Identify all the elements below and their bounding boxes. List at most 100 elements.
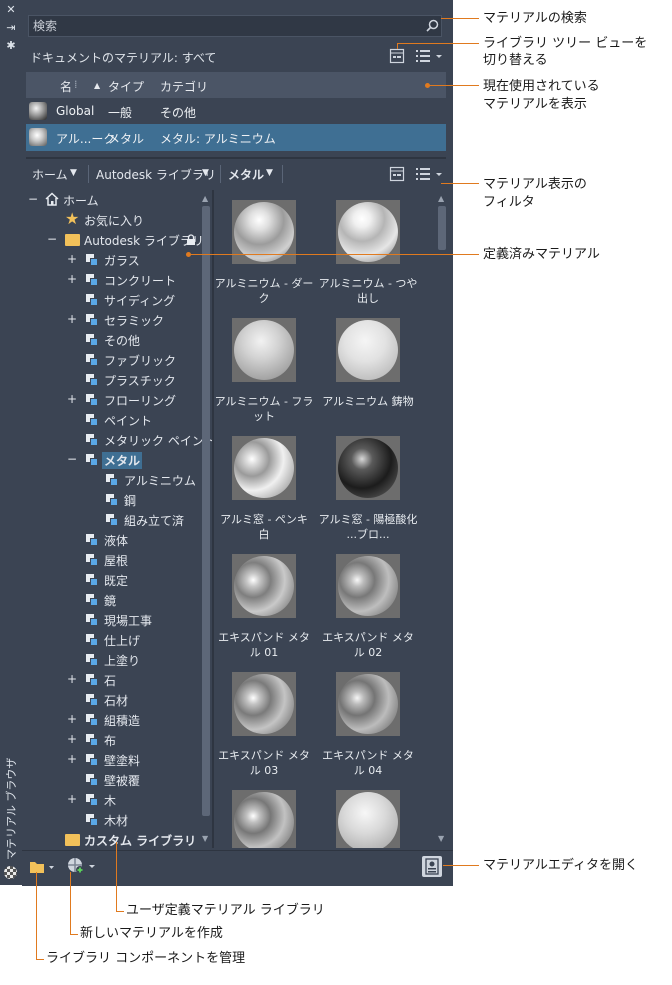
library-category-icon	[86, 454, 98, 466]
tree-label: 布	[104, 734, 117, 748]
library-category-icon	[86, 634, 98, 646]
material-swatch	[232, 318, 296, 382]
search-box	[28, 15, 442, 37]
display-filter-icon[interactable]	[416, 167, 444, 181]
library-category-icon	[86, 254, 98, 266]
library-category-icon	[86, 414, 98, 426]
tree-label: メタル	[102, 452, 143, 469]
material-swatch	[336, 436, 400, 500]
panel-splitter[interactable]	[26, 157, 446, 159]
library-category-icon	[106, 474, 118, 486]
open-material-editor-button[interactable]	[422, 856, 442, 877]
callout-line	[116, 911, 124, 912]
close-icon[interactable]: ✕	[5, 4, 17, 16]
callout-line	[441, 18, 479, 19]
chevron-down-icon[interactable]: ▼	[266, 168, 273, 178]
library-category-icon	[86, 374, 98, 386]
category-dropdown[interactable]: メタル	[228, 166, 264, 183]
tree-label: 壁塗料	[104, 754, 141, 768]
callout-line	[397, 43, 398, 49]
document-material-row-selected[interactable]: アル...ーク メタル メタル: アルミニウム	[26, 124, 446, 151]
tree-label: 液体	[104, 534, 129, 548]
callout-dot	[186, 252, 191, 257]
tree-label: ファブリック	[104, 354, 177, 368]
material-swatch	[336, 790, 400, 848]
toolbar-separator	[88, 165, 89, 183]
column-header-category[interactable]: カテゴリ	[160, 78, 208, 95]
expand-icon[interactable]: +	[67, 732, 77, 746]
tree-label: お気に入り	[84, 214, 145, 228]
library-category-icon	[86, 394, 98, 406]
material-name: Global	[56, 104, 95, 118]
material-name: アルミニウム - フラット	[214, 395, 314, 423]
tree-label: 木材	[104, 814, 129, 828]
callout-open-editor: マテリアルエディタを開く	[483, 858, 638, 873]
callout-in-use-1: 現在使用されている	[483, 79, 600, 94]
material-swatch-icon	[29, 128, 47, 146]
material-name: アルミ窓 - ペンキ 白	[220, 513, 308, 541]
bottom-toolbar	[22, 850, 453, 886]
tree-label: セラミック	[104, 314, 165, 328]
grid-scrollbar[interactable]: ▲ ▼	[437, 194, 447, 844]
callout-dot	[425, 83, 430, 88]
callout-user-library: ユーザ定義マテリアル ライブラリ	[126, 903, 325, 918]
expand-icon[interactable]: +	[67, 392, 77, 406]
collapse-icon[interactable]: −	[67, 452, 77, 466]
toggle-library-tree-icon[interactable]	[389, 48, 405, 64]
scroll-down-icon[interactable]: ▼	[202, 834, 208, 843]
tree-label: 鋼	[124, 494, 137, 508]
list-view-options-icon[interactable]	[416, 49, 444, 63]
scroll-up-icon[interactable]: ▲	[438, 194, 444, 203]
tree-label: ホーム	[63, 194, 99, 208]
chevron-down-icon[interactable]: ▼	[202, 168, 209, 178]
expand-icon[interactable]: +	[67, 672, 77, 686]
library-category-icon	[86, 734, 98, 746]
tree-label: 鏡	[104, 594, 117, 608]
search-icon[interactable]	[426, 19, 440, 33]
expand-icon[interactable]: +	[67, 312, 77, 326]
library-category-icon	[86, 554, 98, 566]
document-material-row[interactable]: Global 一般 その他	[26, 98, 446, 125]
home-icon	[45, 192, 59, 206]
scroll-down-icon[interactable]: ▼	[438, 834, 444, 843]
collapse-icon[interactable]: −	[47, 232, 57, 246]
scroll-thumb[interactable]	[202, 206, 210, 816]
column-header-name[interactable]: 名	[60, 78, 72, 95]
manage-library-folder-icon[interactable]	[29, 859, 55, 875]
toggle-tree-view-icon[interactable]	[389, 166, 405, 182]
collapse-icon[interactable]: −	[28, 192, 38, 206]
create-material-icon[interactable]	[67, 857, 97, 875]
material-swatch	[232, 436, 296, 500]
library-toolbar: ホーム ▼ Autodesk ライブラリ ▼ メタル ▼	[26, 162, 446, 186]
chevron-down-icon[interactable]: ▼	[70, 168, 77, 178]
material-swatch	[232, 554, 296, 618]
search-input[interactable]	[33, 16, 413, 36]
tree-label: 上塗り	[104, 654, 141, 668]
scroll-thumb[interactable]	[438, 206, 446, 250]
library-category-icon	[86, 534, 98, 546]
callout-filter-2: フィルタ	[483, 195, 535, 210]
document-materials-header: 名 ⁞ ▲ タイプ カテゴリ	[26, 72, 446, 98]
auto-hide-icon[interactable]: ⇥	[5, 22, 17, 34]
sort-ascending-icon: ▲	[94, 81, 101, 90]
scroll-up-icon[interactable]: ▲	[202, 194, 208, 203]
library-dropdown[interactable]: Autodesk ライブラリ	[96, 166, 216, 183]
expand-icon[interactable]: +	[67, 272, 77, 286]
column-header-type[interactable]: タイプ	[108, 78, 144, 95]
expand-icon[interactable]: +	[67, 792, 77, 806]
library-category-icon	[86, 794, 98, 806]
home-dropdown[interactable]: ホーム	[32, 166, 68, 183]
document-materials-filter[interactable]: ドキュメントのマテリアル: すべて	[30, 49, 216, 66]
column-separator[interactable]: ⁞	[74, 78, 78, 91]
library-category-icon	[86, 814, 98, 826]
expand-icon[interactable]: +	[67, 252, 77, 266]
tree-scrollbar[interactable]: ▲ ▼	[201, 194, 211, 844]
expand-icon[interactable]: +	[67, 712, 77, 726]
settings-icon[interactable]: ✱	[5, 40, 17, 52]
library-category-icon	[86, 574, 98, 586]
material-swatch	[232, 790, 296, 848]
library-category-icon	[86, 714, 98, 726]
expand-icon[interactable]: +	[67, 752, 77, 766]
library-category-icon	[86, 274, 98, 286]
callout-toggle-view-1: ライブラリ ツリー ビューを	[483, 36, 648, 51]
